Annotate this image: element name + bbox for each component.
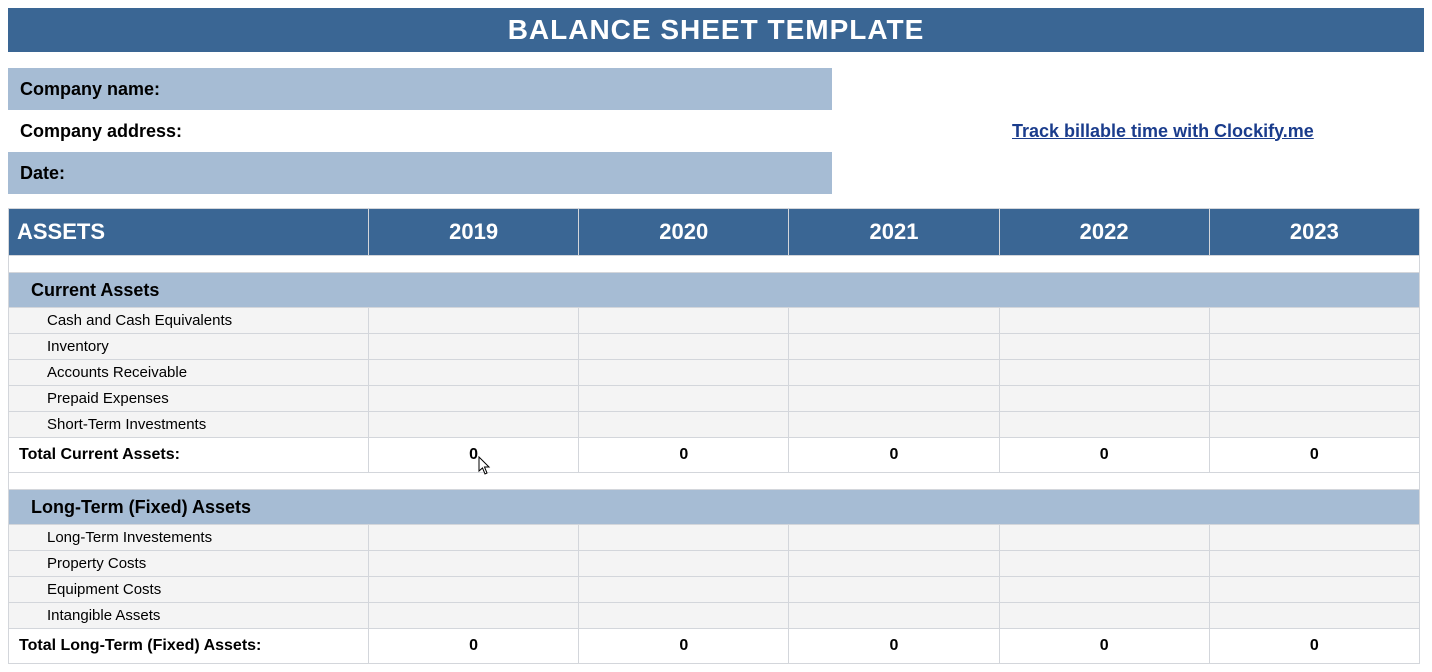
table-row: Inventory — [9, 334, 1420, 360]
section-current-assets: Current Assets — [9, 273, 1420, 308]
page-title: BALANCE SHEET TEMPLATE — [8, 8, 1424, 52]
year-header: 2023 — [1209, 209, 1419, 256]
table-row: Intangible Assets — [9, 603, 1420, 629]
table-row: Equipment Costs — [9, 577, 1420, 603]
section-longterm-assets: Long-Term (Fixed) Assets — [9, 490, 1420, 525]
assets-table: ASSETS 2019 2020 2021 2022 2023 Current … — [8, 208, 1420, 664]
company-name-label: Company name: — [8, 68, 832, 110]
year-header: 2021 — [789, 209, 999, 256]
table-row: Accounts Receivable — [9, 360, 1420, 386]
date-label: Date: — [8, 152, 832, 194]
clockify-link[interactable]: Track billable time with Clockify.me — [1012, 121, 1314, 141]
table-row: Cash and Cash Equivalents — [9, 308, 1420, 334]
table-row: Property Costs — [9, 551, 1420, 577]
info-block: Company name: Company address: Track bil… — [8, 68, 1424, 194]
total-current-assets-row: Total Current Assets: 0 0 0 0 0 — [9, 438, 1420, 473]
table-row: Short-Term Investments — [9, 412, 1420, 438]
company-address-label: Company address: — [8, 110, 832, 152]
assets-header: ASSETS — [9, 209, 369, 256]
total-longterm-assets-row: Total Long-Term (Fixed) Assets: 0 0 0 0 … — [9, 629, 1420, 664]
table-row: Prepaid Expenses — [9, 386, 1420, 412]
year-header: 2019 — [369, 209, 579, 256]
year-header: 2020 — [579, 209, 789, 256]
table-row: Long-Term Investements — [9, 525, 1420, 551]
year-header: 2022 — [999, 209, 1209, 256]
table-header-row: ASSETS 2019 2020 2021 2022 2023 — [9, 209, 1420, 256]
